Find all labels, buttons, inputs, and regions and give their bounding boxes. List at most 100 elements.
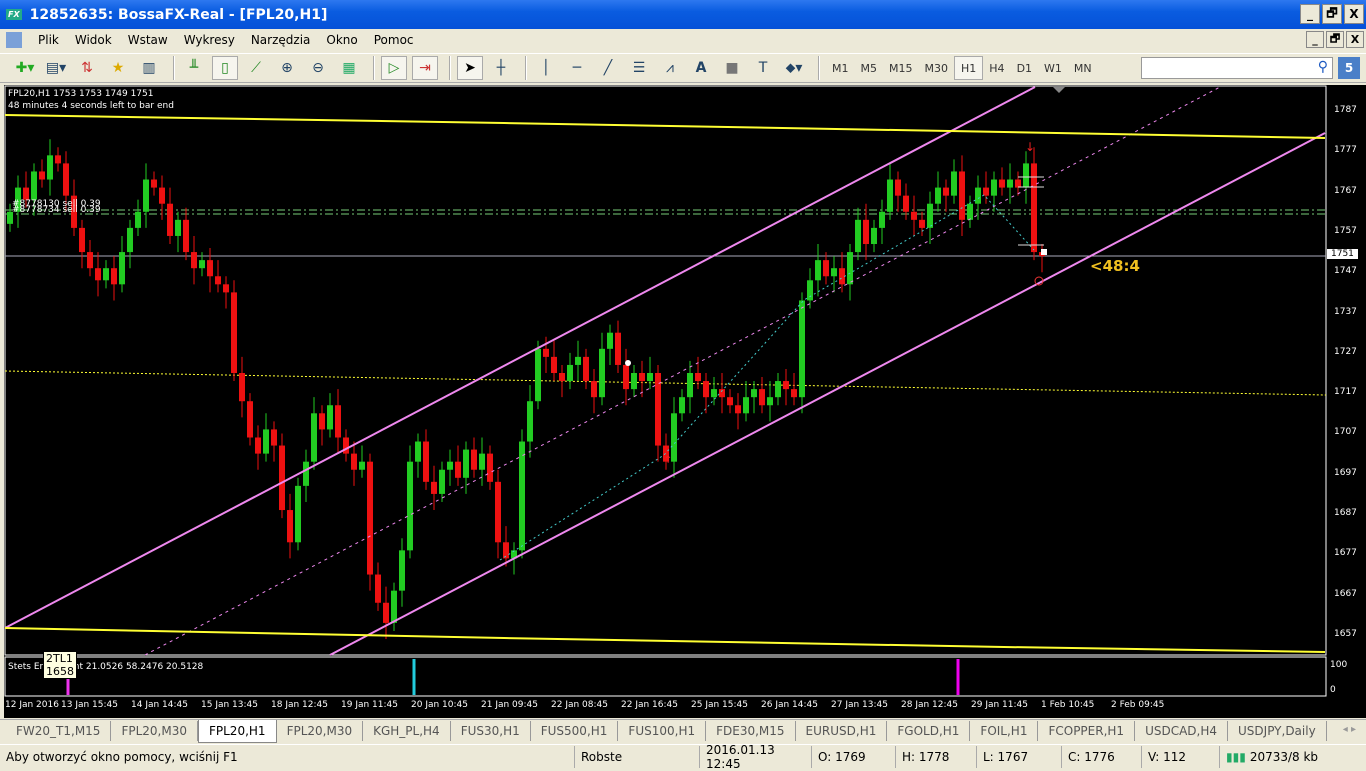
trendline-icon[interactable]: ╱ xyxy=(595,56,621,80)
bar-low: L: 1767 xyxy=(976,745,1061,768)
candle-body xyxy=(919,219,925,228)
candle-body xyxy=(711,389,717,398)
chart-tab[interactable]: KGH_PL,H4 xyxy=(363,721,451,741)
candle-body xyxy=(735,405,741,414)
candle-body xyxy=(375,574,381,603)
channel-mid-line xyxy=(144,86,1221,656)
terminal-icon[interactable]: ▥ xyxy=(136,56,162,80)
close-button[interactable]: X xyxy=(1344,4,1364,24)
profiles-icon[interactable]: ▤▾ xyxy=(43,56,69,80)
price-tick: 1747 xyxy=(1334,266,1357,277)
restore-button[interactable]: 🗗 xyxy=(1322,4,1342,24)
price-tick: 1717 xyxy=(1334,387,1357,398)
tab-scroll-arrows-icon[interactable]: ◂ ▸ xyxy=(1343,724,1356,735)
price-tick: 1777 xyxy=(1334,145,1357,156)
candle-body xyxy=(207,260,213,277)
bar-chart-icon[interactable]: ╨ xyxy=(181,56,207,80)
chart-tab[interactable]: FPL20,M30 xyxy=(111,721,198,741)
menu-okno[interactable]: Okno xyxy=(318,33,365,47)
candle-body xyxy=(871,227,877,245)
candle-body xyxy=(423,441,429,482)
candle-body xyxy=(455,461,461,478)
candle-body xyxy=(927,203,933,228)
candle-body xyxy=(863,219,869,245)
menu-narzedzia[interactable]: Narzędzia xyxy=(243,33,319,47)
chart-tab[interactable]: FOIL,H1 xyxy=(970,721,1039,741)
tooltip: 2TL1 1658 xyxy=(43,651,77,679)
chart-minimize-button[interactable]: _ xyxy=(1306,31,1324,48)
candle-body xyxy=(943,187,949,196)
chart-tab[interactable]: FUS500,H1 xyxy=(531,721,619,741)
menu-wstaw[interactable]: Wstaw xyxy=(120,33,176,47)
new-chart-icon[interactable]: ✚▾ xyxy=(12,56,38,80)
timeframe-d1[interactable]: D1 xyxy=(1011,56,1038,80)
vertical-line-icon[interactable]: │ xyxy=(533,56,559,80)
tile-windows-icon[interactable]: ▦ xyxy=(336,56,362,80)
timeframe-m30[interactable]: M30 xyxy=(919,56,955,80)
bar-high: H: 1778 xyxy=(895,745,976,768)
candle-body xyxy=(31,171,37,200)
candle-body xyxy=(255,437,261,454)
chart-header: FPL20,H1 1753 1753 1749 1751 xyxy=(8,89,154,99)
chart-tab[interactable]: EURUSD,H1 xyxy=(796,721,888,741)
chart-tab[interactable]: FPL20,M30 xyxy=(277,721,364,741)
community-button[interactable]: 5 xyxy=(1338,57,1360,79)
navigator-icon[interactable]: ★ xyxy=(105,56,131,80)
search-icon[interactable]: ⚲ xyxy=(1318,59,1328,75)
label-icon[interactable]: ■ xyxy=(719,56,745,80)
timeframe-m15[interactable]: M15 xyxy=(883,56,919,80)
chart-tab[interactable]: USDJPY,Daily xyxy=(1228,721,1327,741)
candle-body xyxy=(295,485,301,543)
chart-tab[interactable]: FUS100,H1 xyxy=(618,721,707,741)
chart-close-button[interactable]: X xyxy=(1346,31,1364,48)
candle-body xyxy=(823,260,829,277)
minimize-button[interactable]: _ xyxy=(1300,4,1320,24)
fibonacci-icon[interactable]: ⩘ xyxy=(657,56,683,80)
menu-wykresy[interactable]: Wykresy xyxy=(176,33,243,47)
candle-body xyxy=(655,373,661,446)
timeframe-m1[interactable]: M1 xyxy=(826,56,855,80)
chart-tab[interactable]: FCOPPER,H1 xyxy=(1038,721,1136,741)
horizontal-line-icon[interactable]: ─ xyxy=(564,56,590,80)
candle-body xyxy=(127,227,133,253)
menu-plik[interactable]: Plik xyxy=(30,33,67,47)
autoscroll-icon[interactable]: ▷ xyxy=(381,56,407,80)
chart-tab[interactable]: FGOLD,H1 xyxy=(887,721,971,741)
price-tick: 1697 xyxy=(1334,467,1357,478)
chart-shift-icon[interactable]: ⇥ xyxy=(412,56,438,80)
chart-tab[interactable]: FUS30,H1 xyxy=(451,721,531,741)
market-watch-icon[interactable]: ⇅ xyxy=(74,56,100,80)
chart-restore-button[interactable]: 🗗 xyxy=(1326,31,1344,48)
candle-body xyxy=(791,389,797,398)
chart-tab[interactable]: USDCAD,H4 xyxy=(1135,721,1229,741)
chart-window[interactable]: ↓ ↑ FPL20,H1 1753 1753 1749 1751 48 minut… xyxy=(4,85,1366,718)
chart-tab[interactable]: FW20_T1,M15 xyxy=(6,721,112,741)
price-chart[interactable]: ↓↑ xyxy=(4,85,1366,718)
zoom-in-icon[interactable]: ⊕ xyxy=(274,56,300,80)
timeframe-h4[interactable]: H4 xyxy=(983,56,1010,80)
timeframe-mn[interactable]: MN xyxy=(1068,56,1098,80)
channel-icon[interactable]: ☰ xyxy=(626,56,652,80)
timeframe-h1[interactable]: H1 xyxy=(954,56,984,80)
time-tick: 14 Jan 14:45 xyxy=(131,700,188,710)
menu-widok[interactable]: Widok xyxy=(67,33,120,47)
crosshair-icon[interactable]: ┼ xyxy=(488,56,514,80)
zoom-out-icon[interactable]: ⊖ xyxy=(305,56,331,80)
cursor-icon[interactable]: ➤ xyxy=(457,56,483,80)
countdown-text: 48 minutes 4 seconds left to bar end xyxy=(8,101,174,111)
menu-pomoc[interactable]: Pomoc xyxy=(366,33,422,47)
chart-tab[interactable]: FDE30,M15 xyxy=(706,721,796,741)
candle-body xyxy=(383,602,389,623)
timeframe-w1[interactable]: W1 xyxy=(1038,56,1068,80)
search-input[interactable]: ⚲ xyxy=(1141,57,1333,79)
text-label-icon[interactable]: T xyxy=(750,56,776,80)
arrows-icon[interactable]: ⬥▾ xyxy=(781,56,807,80)
text-icon[interactable]: A xyxy=(688,56,714,80)
line-chart-icon[interactable]: ⟋ xyxy=(243,56,269,80)
chart-tab[interactable]: FPL20,H1 xyxy=(197,719,277,743)
time-tick: 19 Jan 11:45 xyxy=(341,700,398,710)
candlestick-icon[interactable]: ▯ xyxy=(212,56,238,80)
timeframe-m5[interactable]: M5 xyxy=(855,56,884,80)
candle-body xyxy=(215,276,221,285)
candle-body xyxy=(647,373,653,382)
